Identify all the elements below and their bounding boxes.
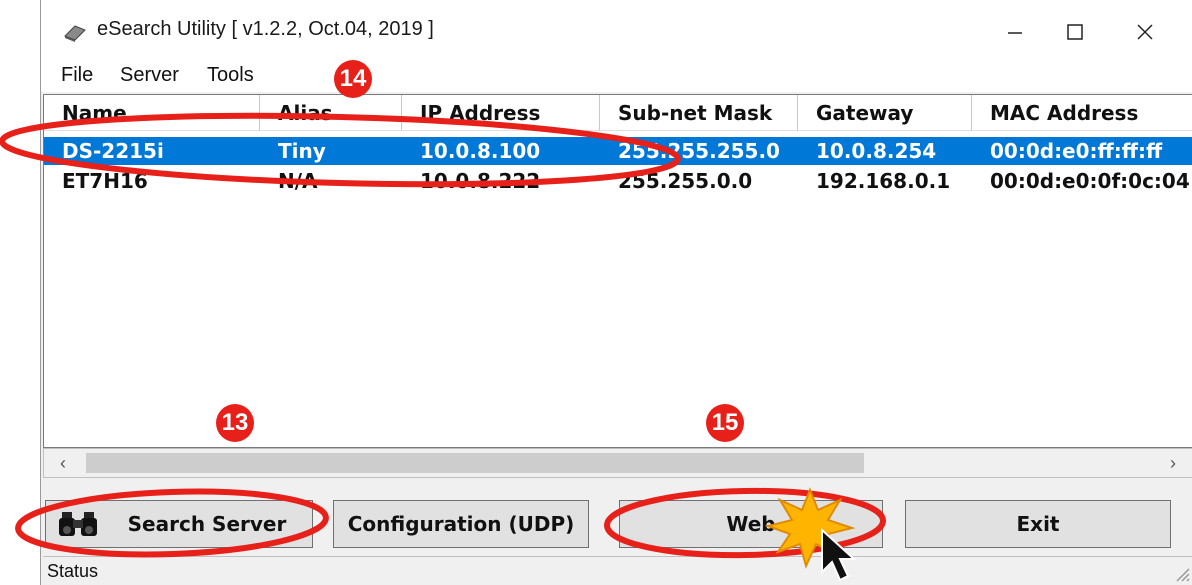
web-button[interactable]: Web	[619, 500, 883, 548]
table-row[interactable]: DS-2215i Tiny 10.0.8.100 255.255.255.0 1…	[44, 137, 1192, 165]
title-bar: eSearch Utility [ v1.2.2, Oct.04, 2019 ]	[41, 0, 1192, 62]
horizontal-scrollbar[interactable]: ‹ ›	[43, 448, 1192, 478]
scroll-left-icon[interactable]: ‹	[48, 452, 78, 474]
column-header-gateway[interactable]: Gateway	[798, 95, 972, 131]
app-icon	[64, 25, 86, 42]
cell-name: DS-2215i	[62, 139, 164, 163]
cell-gateway: 10.0.8.254	[816, 139, 937, 163]
step-badge-15: 15	[706, 404, 744, 442]
status-label: Status	[47, 561, 99, 581]
server-list[interactable]: Name Alias IP Address Sub-net Mask Gatew…	[43, 94, 1192, 448]
binoculars-icon	[59, 512, 97, 536]
cell-alias: N/A	[278, 169, 318, 193]
cell-mac-address: 00:0d:e0:0f:0c:04	[990, 169, 1190, 193]
step-badge-14: 14	[334, 60, 372, 98]
column-header-mac-address[interactable]: MAC Address	[972, 95, 1192, 131]
menu-tools[interactable]: Tools	[207, 64, 254, 87]
cell-gateway: 192.168.0.1	[816, 169, 951, 193]
cell-alias: Tiny	[278, 139, 326, 163]
window-title: eSearch Utility [ v1.2.2, Oct.04, 2019 ]	[97, 18, 434, 40]
cell-name: ET7H16	[62, 169, 148, 193]
configuration-udp-button[interactable]: Configuration (UDP)	[333, 500, 589, 548]
search-server-label: Search Server	[127, 512, 287, 536]
menu-server[interactable]: Server	[120, 64, 179, 87]
menu-file[interactable]: File	[61, 64, 93, 87]
table-row[interactable]: ET7H16 N/A 10.0.8.222 255.255.0.0 192.16…	[44, 167, 1192, 195]
menu-bar: File Server Tools	[41, 62, 1192, 92]
minimize-button[interactable]	[991, 12, 1039, 52]
column-header-name[interactable]: Name	[44, 95, 260, 131]
status-bar: Status	[43, 556, 1192, 585]
step-badge-13: 13	[216, 404, 254, 442]
cell-ip-address: 10.0.8.100	[420, 139, 541, 163]
scroll-thumb[interactable]	[86, 453, 864, 473]
column-header-subnet-mask[interactable]: Sub-net Mask	[600, 95, 798, 131]
minimize-icon	[1008, 32, 1022, 34]
close-icon	[1137, 24, 1153, 40]
exit-button[interactable]: Exit	[905, 500, 1171, 548]
resize-grip-icon[interactable]	[1171, 563, 1191, 583]
column-header-alias[interactable]: Alias	[260, 95, 402, 131]
cell-subnet-mask: 255.255.0.0	[618, 169, 753, 193]
scroll-right-icon[interactable]: ›	[1158, 452, 1188, 474]
column-header-ip-address[interactable]: IP Address	[402, 95, 600, 131]
search-server-button[interactable]: Search Server	[45, 500, 313, 548]
app-window: eSearch Utility [ v1.2.2, Oct.04, 2019 ]…	[40, 0, 1192, 585]
cell-subnet-mask: 255.255.255.0	[618, 139, 780, 163]
cell-mac-address: 00:0d:e0:ff:ff:ff	[990, 139, 1163, 163]
maximize-button[interactable]	[1051, 12, 1099, 52]
close-button[interactable]	[1121, 12, 1169, 52]
cell-ip-address: 10.0.8.222	[420, 169, 541, 193]
maximize-icon	[1067, 24, 1083, 40]
